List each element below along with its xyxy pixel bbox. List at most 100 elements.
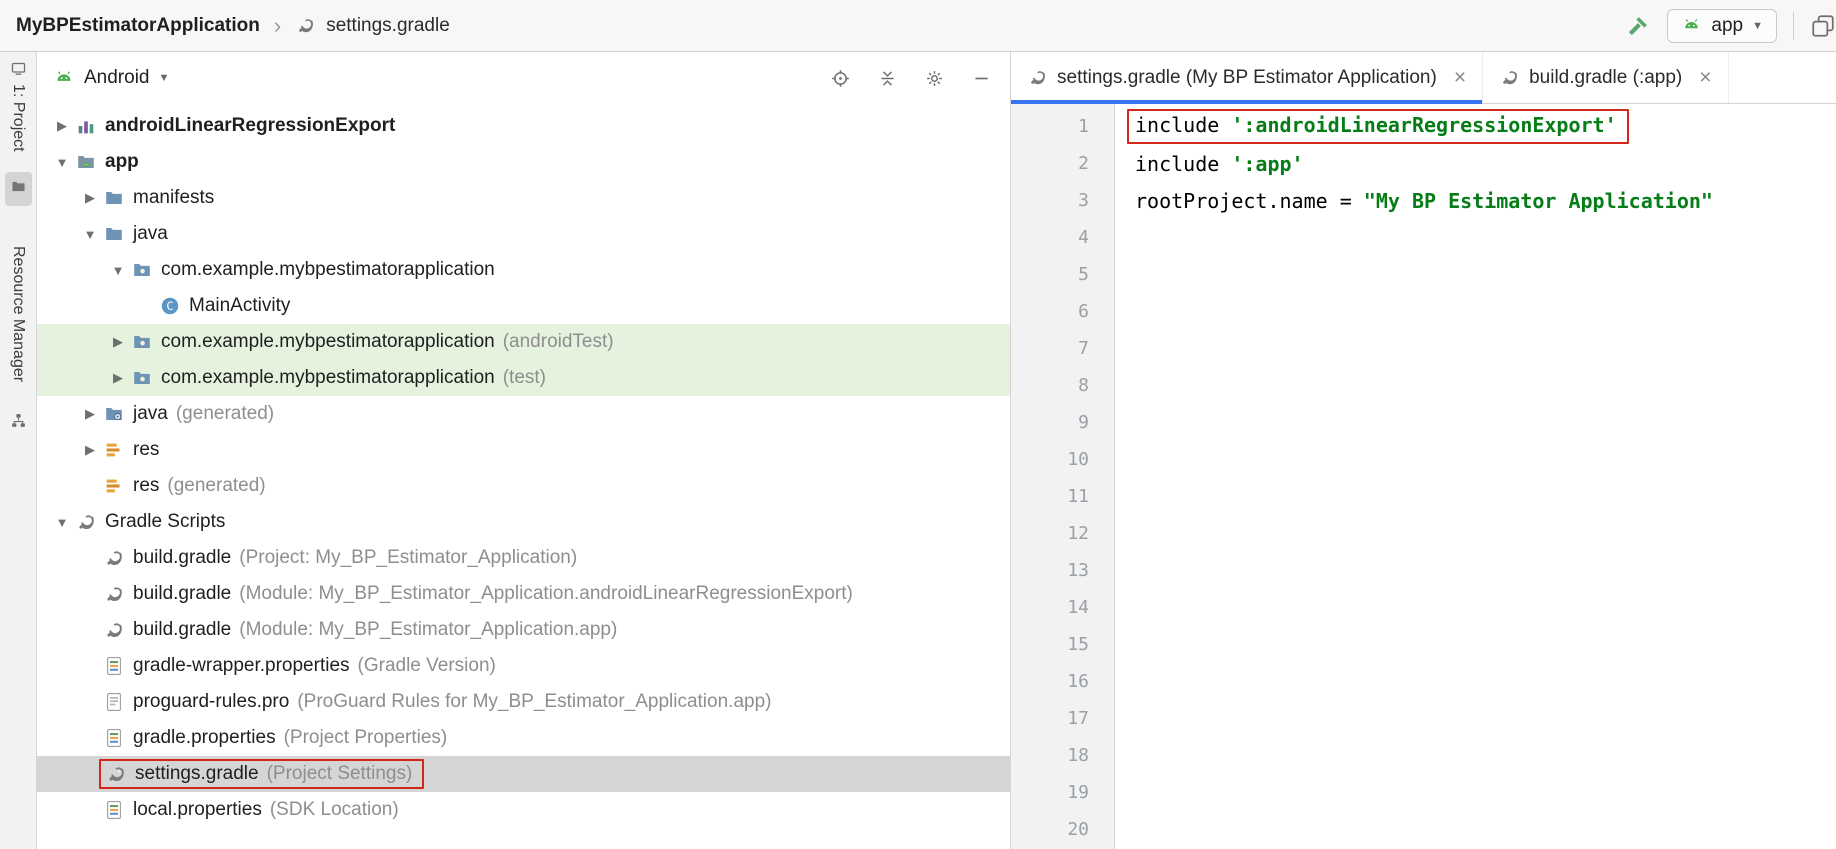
close-icon[interactable]: ×	[1454, 67, 1466, 88]
active-tool-indicator[interactable]	[4, 171, 32, 206]
code-line-3: 3 rootProject.name = "My BP Estimator Ap…	[1011, 182, 1836, 219]
running-devices-icon[interactable]	[1810, 13, 1836, 39]
tree-item-gradle-scripts[interactable]: ▼ Gradle Scripts	[37, 504, 1010, 540]
line-number: 18	[1067, 745, 1089, 766]
android-icon	[53, 67, 75, 89]
line-number: 1	[1078, 116, 1089, 137]
tree-item-build-gradle-module-app[interactable]: build.gradle (Module: My_BP_Estimator_Ap…	[37, 612, 1010, 648]
build-hammer-icon[interactable]	[1625, 13, 1651, 39]
run-configuration-select[interactable]: app ▼	[1667, 8, 1777, 43]
tool-tab-project[interactable]: 1: Project	[7, 52, 29, 160]
project-view-selector[interactable]: Android	[84, 67, 150, 89]
tree-item-build-gradle-module-export[interactable]: build.gradle (Module: My_BP_Estimator_Ap…	[37, 576, 1010, 612]
chevron-right-icon[interactable]: ▶	[77, 442, 103, 458]
toolbar-right-group: app ▼	[1625, 8, 1826, 43]
tree-item-app[interactable]: ▼ app	[37, 144, 1010, 180]
tree-item-proguard-rules[interactable]: proguard-rules.pro (ProGuard Rules for M…	[37, 684, 1010, 720]
line-number: 12	[1067, 523, 1089, 544]
tree-item-package-androidtest[interactable]: ▶ com.example.mybpestimatorapplication (…	[37, 324, 1010, 360]
chevron-right-icon[interactable]: ▶	[77, 190, 103, 206]
line-number: 3	[1078, 190, 1089, 211]
chevron-right-icon[interactable]: ▶	[49, 118, 75, 134]
tree-item-java-generated[interactable]: ▶ java (generated)	[37, 396, 1010, 432]
code-line-14: 14	[1011, 589, 1836, 626]
tool-tab-project-label: 1: Project	[10, 84, 27, 152]
annotation-box-settings-gradle: settings.gradle (Project Settings)	[99, 759, 425, 789]
properties-file-icon	[103, 799, 125, 821]
tree-item-gradle-wrapper-properties[interactable]: gradle-wrapper.properties (Gradle Versio…	[37, 648, 1010, 684]
editor-tab-label: settings.gradle (My BP Estimator Applica…	[1057, 66, 1437, 88]
line-number: 15	[1067, 634, 1089, 655]
chevron-down-icon[interactable]: ▼	[49, 155, 75, 170]
code-line-20: 20	[1011, 811, 1836, 848]
tree-item-manifests[interactable]: ▶ manifests	[37, 180, 1010, 216]
package-icon	[131, 367, 153, 389]
tree-item-res[interactable]: ▶ res	[37, 432, 1010, 468]
code-editor[interactable]: 1 include ':androidLinearRegressionExpor…	[1011, 104, 1836, 849]
line-number: 20	[1067, 819, 1089, 840]
line-number: 6	[1078, 301, 1089, 322]
code-line-19: 19	[1011, 774, 1836, 811]
line-number: 13	[1067, 560, 1089, 581]
structure-icon[interactable]	[10, 412, 27, 429]
project-panel-header: Android ▼	[37, 52, 1010, 104]
gradle-icon	[103, 547, 125, 569]
code-line-7: 7	[1011, 330, 1836, 367]
line-number: 14	[1067, 597, 1089, 618]
chevron-down-icon[interactable]: ▼	[77, 227, 103, 242]
collapse-all-icon[interactable]	[877, 68, 898, 89]
chevron-right-icon[interactable]: ▶	[105, 370, 131, 386]
gradle-icon	[103, 583, 125, 605]
line-number: 11	[1067, 486, 1089, 507]
close-icon[interactable]: ×	[1699, 67, 1711, 88]
line-number: 9	[1078, 412, 1089, 433]
tree-item-res-generated[interactable]: res (generated)	[37, 468, 1010, 504]
text-file-icon	[103, 691, 125, 713]
chevron-right-icon[interactable]: ▶	[105, 334, 131, 350]
package-icon	[131, 259, 153, 281]
editor-tab-build-gradle-app[interactable]: build.gradle (:app) ×	[1483, 52, 1729, 103]
line-number: 10	[1067, 449, 1089, 470]
gradle-icon	[103, 619, 125, 641]
code-line-15: 15	[1011, 626, 1836, 663]
tree-item-build-gradle-project[interactable]: build.gradle (Project: My_BP_Estimator_A…	[37, 540, 1010, 576]
generated-folder-icon	[103, 403, 125, 425]
class-icon	[159, 295, 181, 317]
run-configuration-label: app	[1711, 14, 1744, 36]
tree-item-package-main[interactable]: ▼ com.example.mybpestimatorapplication	[37, 252, 1010, 288]
gradle-icon	[1027, 67, 1048, 88]
code-text: rootProject.name = "My BP Estimator Appl…	[1135, 188, 1713, 213]
chevron-down-icon[interactable]: ▼	[105, 263, 131, 278]
code-line-4: 4	[1011, 219, 1836, 256]
tree-item-android-linear-regression-export[interactable]: ▶ androidLinearRegressionExport	[37, 108, 1010, 144]
code-text: include ':androidLinearRegressionExport'	[1115, 109, 1629, 144]
gradle-icon	[75, 511, 97, 533]
tree-item-mainactivity[interactable]: MainActivity	[37, 288, 1010, 324]
editor-tab-bar: settings.gradle (My BP Estimator Applica…	[1011, 52, 1836, 104]
code-line-16: 16	[1011, 663, 1836, 700]
chevron-right-icon[interactable]: ▶	[77, 406, 103, 422]
tool-tab-resource-manager[interactable]: Resource Manager	[7, 238, 29, 390]
tree-item-package-test[interactable]: ▶ com.example.mybpestimatorapplication (…	[37, 360, 1010, 396]
chevron-down-icon[interactable]: ▼	[49, 515, 75, 530]
tree-item-local-properties[interactable]: local.properties (SDK Location)	[37, 792, 1010, 828]
code-line-17: 17	[1011, 700, 1836, 737]
chevron-down-icon[interactable]: ▼	[159, 72, 170, 84]
gear-icon[interactable]	[924, 68, 945, 89]
editor-tab-settings-gradle[interactable]: settings.gradle (My BP Estimator Applica…	[1011, 52, 1484, 104]
locate-file-icon[interactable]	[830, 68, 851, 89]
line-number: 8	[1078, 375, 1089, 396]
hide-panel-icon[interactable]	[971, 68, 992, 89]
tool-tab-resource-manager-label: Resource Manager	[10, 245, 27, 382]
line-number: 7	[1078, 338, 1089, 359]
tree-item-java[interactable]: ▼ java	[37, 216, 1010, 252]
package-icon	[131, 331, 153, 353]
project-tool-window: Android ▼ ▶ androidLinearRegressionExpor…	[37, 52, 1010, 849]
breadcrumb-file[interactable]: settings.gradle	[326, 15, 450, 37]
line-number: 17	[1067, 708, 1089, 729]
tree-item-settings-gradle[interactable]: settings.gradle (Project Settings)	[37, 756, 1010, 792]
code-line-12: 12	[1011, 515, 1836, 552]
breadcrumb-project[interactable]: MyBPEstimatorApplication	[16, 15, 260, 37]
tree-item-gradle-properties[interactable]: gradle.properties (Project Properties)	[37, 720, 1010, 756]
code-line-1: 1 include ':androidLinearRegressionExpor…	[1011, 108, 1836, 145]
